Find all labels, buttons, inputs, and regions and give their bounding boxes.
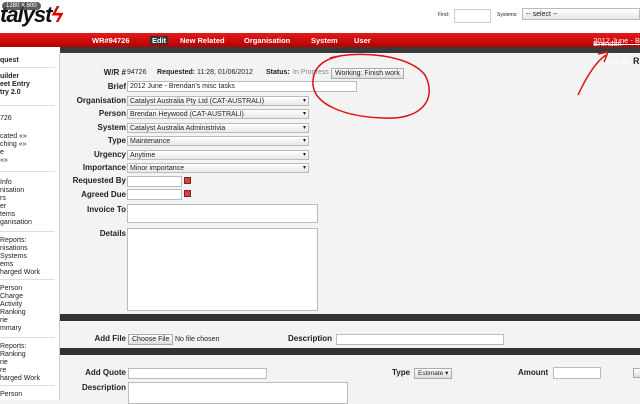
red-annotation	[312, 50, 610, 119]
annotation-arrow	[577, 50, 610, 96]
annotation-circle	[312, 53, 430, 119]
